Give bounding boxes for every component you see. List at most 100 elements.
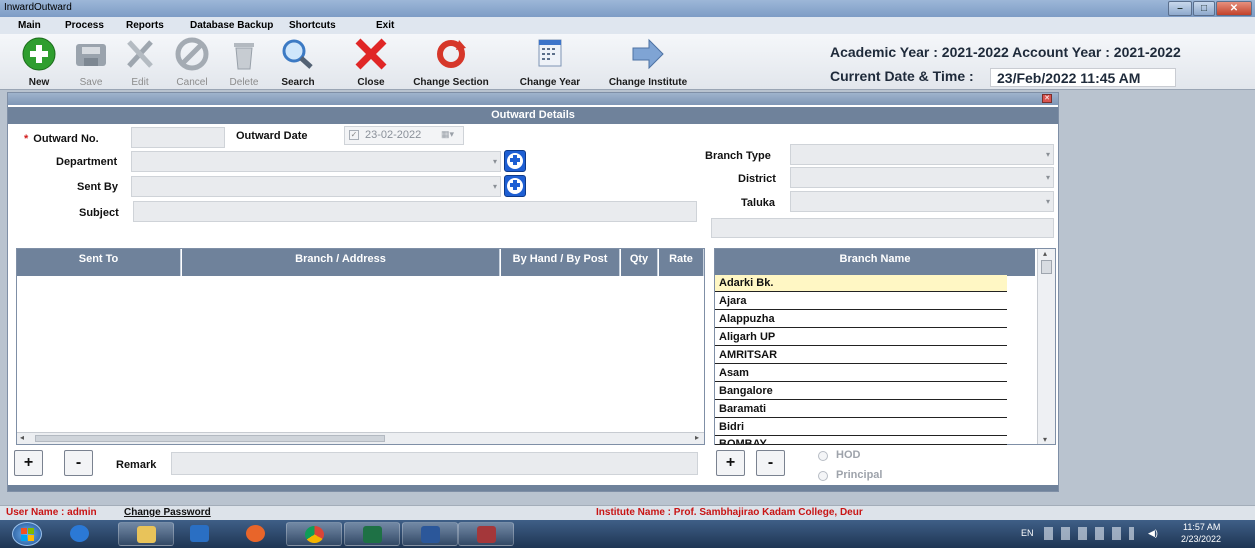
close-window-button[interactable]: ✕ xyxy=(1216,1,1252,16)
subject-input[interactable] xyxy=(133,201,697,222)
list-item[interactable]: Baramati xyxy=(715,401,1007,418)
district-label: District xyxy=(738,173,776,185)
taskbar-excel-button[interactable] xyxy=(344,522,400,546)
taskbar-explorer-button[interactable] xyxy=(118,522,174,546)
add-branch-button[interactable]: + xyxy=(716,450,745,476)
change-year-button[interactable]: Change Year xyxy=(510,36,590,88)
tray-icons[interactable] xyxy=(1044,527,1134,540)
list-item[interactable]: BOMBAY xyxy=(715,437,1007,445)
search-label: Search xyxy=(281,77,315,88)
maximize-button[interactable]: □ xyxy=(1193,1,1215,16)
volume-icon[interactable]: ◀) xyxy=(1148,528,1158,539)
language-indicator[interactable]: EN xyxy=(1021,528,1034,538)
scroll-thumb[interactable] xyxy=(35,435,385,442)
add-sent-by-button[interactable] xyxy=(504,175,526,197)
district-select[interactable]: ▾ xyxy=(790,167,1054,188)
list-item[interactable]: Asam xyxy=(715,365,1007,382)
taluka-select[interactable]: ▾ xyxy=(790,191,1054,212)
change-section-button[interactable]: Change Section xyxy=(402,36,500,88)
column-qty[interactable]: Qty xyxy=(621,249,658,276)
menu-main[interactable]: Main xyxy=(18,20,41,31)
list-item[interactable]: Adarki Bk. xyxy=(715,275,1007,292)
search-button[interactable]: Search xyxy=(274,36,322,88)
branch-name-header: Branch Name xyxy=(715,249,1035,276)
column-by-hand-by-post[interactable]: By Hand / By Post xyxy=(501,249,620,276)
remove-row-button[interactable]: - xyxy=(64,450,93,476)
menu-exit[interactable]: Exit xyxy=(376,20,394,31)
sent-by-select[interactable]: ▾ xyxy=(131,176,501,197)
change-password-link[interactable]: Change Password xyxy=(124,507,211,518)
taskbar-access-button[interactable] xyxy=(458,522,514,546)
edit-button[interactable]: Edit xyxy=(118,36,162,88)
calendar-dropdown-icon[interactable]: ▦▾ xyxy=(441,129,454,140)
branch-vertical-scrollbar[interactable]: ▴ ▾ xyxy=(1037,249,1055,444)
list-item[interactable]: Bidri xyxy=(715,419,1007,436)
taskbar-media-button[interactable] xyxy=(172,522,228,546)
taskbar-ie-button[interactable] xyxy=(52,522,108,546)
add-row-button[interactable]: + xyxy=(14,450,43,476)
principal-radio[interactable] xyxy=(818,471,828,481)
taskbar-firefox-button[interactable] xyxy=(228,522,284,546)
column-rate[interactable]: Rate xyxy=(659,249,704,276)
hod-radio[interactable] xyxy=(818,451,828,461)
list-item[interactable]: Aligarh UP xyxy=(715,329,1007,346)
scroll-down-icon[interactable]: ▾ xyxy=(1043,435,1047,444)
clock-date[interactable]: 2/23/2022 xyxy=(1181,534,1221,544)
outward-date-picker[interactable]: ✓ 23-02-2022 ▦▾ xyxy=(344,126,464,145)
menu-bar: Main Process Reports Database Backup Sho… xyxy=(0,17,1255,34)
taskbar: EN ◀) 11:57 AM 2/23/2022 xyxy=(0,520,1255,548)
new-button[interactable]: New xyxy=(14,36,64,88)
tools-icon xyxy=(127,40,153,68)
date-checkbox[interactable]: ✓ xyxy=(349,130,359,140)
taskbar-word-button[interactable] xyxy=(402,522,458,546)
save-icon xyxy=(76,44,106,66)
plus-icon xyxy=(22,37,56,71)
cancel-button[interactable]: Cancel xyxy=(168,36,216,88)
windows-logo-icon xyxy=(21,528,34,541)
cancel-icon xyxy=(175,37,209,71)
remark-label: Remark xyxy=(116,459,157,471)
column-sent-to[interactable]: Sent To xyxy=(17,249,181,276)
word-icon xyxy=(421,526,440,543)
close-icon xyxy=(355,38,387,70)
list-item[interactable]: Bangalore xyxy=(715,383,1007,400)
scroll-right-icon[interactable]: ▸ xyxy=(695,433,699,442)
required-marker: * xyxy=(24,133,29,145)
scroll-up-icon[interactable]: ▴ xyxy=(1043,249,1047,258)
list-item[interactable]: AMRITSAR xyxy=(715,347,1007,364)
delete-button[interactable]: Delete xyxy=(220,36,268,88)
chevron-down-icon: ▾ xyxy=(1045,173,1050,182)
academic-year-text: Academic Year : 2021-2022 Account Year :… xyxy=(830,44,1181,60)
minimize-button[interactable]: – xyxy=(1168,1,1192,16)
taluka-label: Taluka xyxy=(741,197,776,209)
save-button[interactable]: Save xyxy=(68,36,114,88)
remark-input[interactable] xyxy=(171,452,698,475)
grid-horizontal-scrollbar[interactable]: ◂ ▸ xyxy=(17,432,704,444)
list-item[interactable]: Alappuzha xyxy=(715,311,1007,328)
remove-branch-button[interactable]: - xyxy=(756,450,785,476)
branch-type-select[interactable]: ▾ xyxy=(790,144,1054,165)
scroll-left-icon[interactable]: ◂ xyxy=(20,433,24,442)
column-branch-address[interactable]: Branch / Address xyxy=(182,249,500,276)
taskbar-chrome-button[interactable] xyxy=(286,522,342,546)
close-button[interactable]: Close xyxy=(346,36,396,88)
change-institute-button[interactable]: Change Institute xyxy=(594,36,702,88)
start-button[interactable] xyxy=(12,522,42,546)
list-item[interactable]: Ajara xyxy=(715,293,1007,310)
add-department-button[interactable] xyxy=(504,150,526,172)
form-close-button[interactable]: ✕ xyxy=(1042,94,1052,103)
clock-time[interactable]: 11:57 AM xyxy=(1183,522,1220,532)
edit-label: Edit xyxy=(131,77,149,88)
delete-label: Delete xyxy=(229,77,259,88)
menu-database-backup[interactable]: Database Backup xyxy=(190,20,273,31)
access-icon xyxy=(477,526,496,543)
menu-reports[interactable]: Reports xyxy=(126,20,164,31)
department-select[interactable]: ▾ xyxy=(131,151,501,172)
branch-search-input[interactable] xyxy=(711,218,1054,238)
menu-process[interactable]: Process xyxy=(65,20,104,31)
outward-no-input[interactable] xyxy=(131,127,225,148)
scroll-thumb[interactable] xyxy=(1041,260,1052,274)
title-bar: InwardOutward – □ ✕ xyxy=(0,0,1255,17)
menu-shortcuts[interactable]: Shortcuts xyxy=(289,20,336,31)
form-top-strip: ✕ xyxy=(8,93,1058,105)
